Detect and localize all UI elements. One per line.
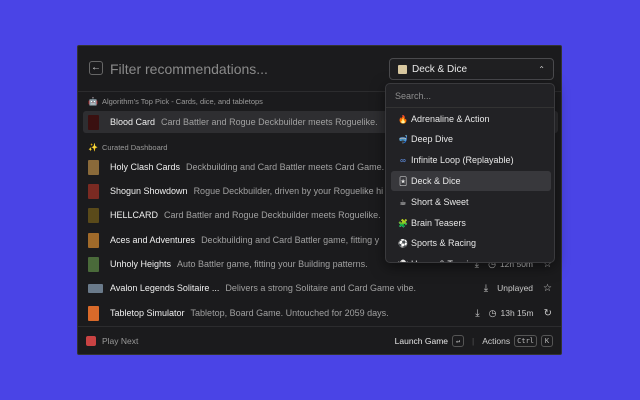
category-option-label: Infinite Loop (Replayable) <box>411 155 514 165</box>
category-select-value: Deck & Dice <box>412 63 468 75</box>
category-option[interactable]: 🔥 Adrenaline & Action <box>391 109 551 129</box>
footer-separator: | <box>472 335 475 346</box>
star-icon[interactable]: ☆ <box>543 283 552 294</box>
diver-icon: 🤿 <box>398 134 408 144</box>
game-description: Auto Battler game, fitting your Building… <box>177 259 368 269</box>
fire-icon: 🔥 <box>398 114 408 124</box>
ctrl-key-hint: Ctrl <box>514 334 537 347</box>
game-thumbnail <box>88 183 99 199</box>
category-option-label: Deep Dive <box>411 134 454 144</box>
top-pick-section-label: 🤖 Algorithm's Top Pick - Cards, dice, an… <box>88 97 263 106</box>
ball-icon: ⚽ <box>398 238 408 248</box>
game-description: Deckbuilding and Card Battler game, fitt… <box>201 235 380 245</box>
sparkle-icon: ✨ <box>88 143 98 152</box>
game-title: Unholy Heights <box>110 259 172 269</box>
category-option-label: Deck & Dice <box>411 176 461 186</box>
category-option-label: Horror & Tension <box>411 259 478 262</box>
clock-icon: ◷ <box>488 307 497 318</box>
game-row[interactable]: Tabletop Simulator Tabletop, Board Game. … <box>83 302 558 324</box>
category-option-label: Short & Sweet <box>411 197 469 207</box>
game-title: Shogun Showdown <box>110 186 188 196</box>
robot-icon: 🤖 <box>88 97 98 106</box>
game-title: HELLCARD <box>110 210 159 220</box>
game-thumbnail <box>88 283 103 293</box>
launch-game-button[interactable]: Launch Game <box>395 336 448 346</box>
game-title: Aces and Adventures <box>110 235 196 245</box>
infinity-icon: ∞ <box>400 155 406 165</box>
game-meta: ⤓ ◷ 13h 15m ↻ <box>475 302 552 324</box>
game-thumbnail <box>88 159 99 175</box>
game-thumbnail <box>88 305 99 321</box>
game-description: Card Battler and Rogue Deckbuilder meets… <box>164 210 381 220</box>
category-option[interactable]: 👻Horror & Tension <box>391 254 551 263</box>
filter-input[interactable] <box>110 59 370 79</box>
game-description: Tabletop, Board Game. Untouched for 2059… <box>190 308 389 318</box>
playtime-value: 13h 15m <box>500 308 534 318</box>
game-title: Tabletop Simulator <box>110 308 185 318</box>
category-option[interactable]: ⚽ Sports & Racing <box>391 233 551 253</box>
category-option[interactable]: 🧩 Brain Teasers <box>391 213 551 233</box>
back-button[interactable]: ← <box>89 61 103 75</box>
category-option-label: Adrenaline & Action <box>411 114 490 124</box>
game-title: Blood Card <box>110 117 156 127</box>
category-option[interactable]: 🤿 Deep Dive <box>391 129 551 149</box>
puzzle-icon: 🧩 <box>398 218 408 228</box>
game-description: Rogue Deckbuilder, driven by your Roguel… <box>193 186 384 196</box>
game-meta: ⤓ Unplayed ☆ <box>483 277 552 299</box>
category-option[interactable]: ∞ Infinite Loop (Replayable) <box>391 150 551 170</box>
cup-icon: ☕ <box>399 197 407 207</box>
category-option-label: Brain Teasers <box>411 218 466 228</box>
play-next-label[interactable]: Play Next <box>102 336 138 346</box>
category-option[interactable]: 🃏 Deck & Dice <box>391 171 551 191</box>
category-search-input[interactable] <box>386 84 554 108</box>
game-description: Delivers a strong Solitaire and Card Gam… <box>225 283 416 293</box>
download-icon[interactable]: ⤓ <box>475 308 479 319</box>
ghost-icon: 👻 <box>397 260 409 263</box>
category-option[interactable]: ☕ Short & Sweet <box>391 192 551 212</box>
cards-icon <box>398 64 407 74</box>
playtime-value: Unplayed <box>497 283 534 293</box>
game-thumbnail <box>88 207 99 223</box>
actions-button[interactable]: Actions <box>482 336 510 346</box>
refresh-icon[interactable]: ↻ <box>544 308 552 319</box>
chevron-up-icon: ⌃ <box>538 64 545 74</box>
cards-icon: 🃏 <box>398 176 408 186</box>
category-option-label: Sports & Racing <box>411 238 477 248</box>
game-row[interactable]: Avalon Legends Solitaire ... Delivers a s… <box>83 277 558 299</box>
game-thumbnail <box>88 256 99 272</box>
footer: Play Next Launch Game ↵ | Actions Ctrl K <box>78 326 561 354</box>
category-dropdown: 🔥Adrenaline & Action🤿Deep Dive∞Infinite … <box>385 83 555 263</box>
enter-key-hint: ↵ <box>452 334 465 347</box>
category-select[interactable]: Deck & Dice ⌃ <box>389 58 554 80</box>
k-key-hint: K <box>541 334 553 347</box>
game-title: Avalon Legends Solitaire ... <box>110 283 220 293</box>
app-logo <box>86 335 96 346</box>
curated-section-label: ✨ Curated Dashboard <box>88 143 168 152</box>
game-description: Deckbuilding and Card Battler meets Card… <box>186 162 385 172</box>
game-thumbnail <box>88 114 99 130</box>
game-title: Holy Clash Cards <box>110 162 181 172</box>
download-icon[interactable]: ⤓ <box>484 283 488 294</box>
game-thumbnail <box>88 232 99 248</box>
game-description: Card Battler and Rogue Deckbuilder meets… <box>161 117 378 127</box>
arrow-left-icon: ← <box>91 62 101 73</box>
